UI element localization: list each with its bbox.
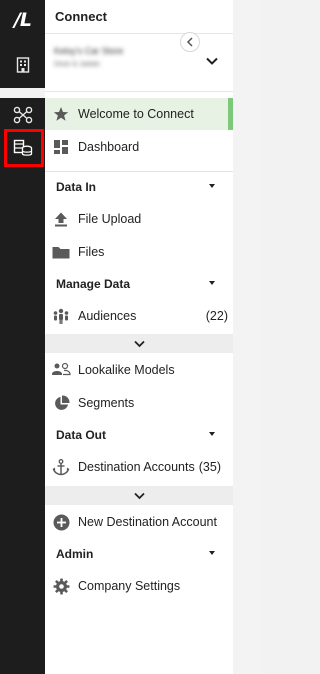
- lookalike-users-icon: [51, 360, 71, 380]
- section-label: Data Out: [56, 428, 107, 442]
- destination-accounts-count: (35): [198, 460, 221, 474]
- nav-label: New Destination Account: [78, 515, 217, 529]
- pie-chart-icon: [51, 393, 71, 413]
- nav-item-files[interactable]: Files: [45, 236, 233, 268]
- selected-rail-highlight: [4, 129, 44, 167]
- section-label: Admin: [56, 547, 94, 561]
- nav-item-lookalike-models[interactable]: Lookalike Models: [45, 354, 233, 386]
- chevron-down-icon: [133, 492, 145, 499]
- section-admin[interactable]: Admin: [45, 540, 233, 568]
- nav-item-company-settings[interactable]: Company Settings: [45, 570, 233, 602]
- account-selector[interactable]: Kelsy's Car Store Dean & Jadalo: [45, 33, 233, 92]
- caret-down-icon[interactable]: [209, 281, 215, 285]
- nav-item-file-upload[interactable]: File Upload: [45, 203, 233, 235]
- app-logo[interactable]: /L: [0, 0, 45, 40]
- plus-circle-icon: [51, 512, 71, 532]
- nav-label: Dashboard: [78, 140, 140, 154]
- star-icon: [51, 104, 71, 124]
- chevron-down-icon[interactable]: [205, 54, 219, 68]
- panel-title: Connect: [55, 9, 107, 24]
- gear-icon: [51, 576, 71, 596]
- dashboard-icon: [51, 137, 71, 157]
- chevron-left-icon: [186, 37, 193, 47]
- caret-down-icon[interactable]: [209, 184, 215, 188]
- caret-down-icon[interactable]: [209, 551, 215, 555]
- nav-label: Audiences: [78, 309, 137, 323]
- nav-label: Company Settings: [78, 579, 181, 593]
- section-manage-data[interactable]: Manage Data: [45, 270, 233, 298]
- expand-data-out-button[interactable]: [45, 486, 233, 505]
- nav-label: Files: [78, 245, 105, 259]
- nav-label: Welcome to Connect: [78, 107, 194, 121]
- expand-manage-data-button[interactable]: [45, 334, 233, 353]
- section-label: Data In: [56, 180, 97, 194]
- section-label: Manage Data: [56, 277, 131, 291]
- account-name: Kelsy's Car Store: [54, 46, 124, 56]
- folder-icon: [51, 242, 71, 262]
- nav-item-welcome[interactable]: Welcome to Connect: [45, 98, 233, 130]
- caret-down-icon[interactable]: [209, 432, 215, 436]
- chevron-down-icon: [133, 340, 145, 347]
- account-subtitle: Dean & Jadalo: [54, 61, 100, 68]
- audience-icon: [51, 306, 71, 326]
- nav-item-dashboard[interactable]: Dashboard: [45, 131, 233, 163]
- building-icon[interactable]: [0, 45, 45, 85]
- upload-icon: [51, 209, 71, 229]
- section-data-out[interactable]: Data Out: [45, 421, 233, 449]
- section-data-in[interactable]: Data In: [45, 173, 233, 201]
- app-rail: /L: [0, 0, 45, 674]
- nav-label: Lookalike Models: [78, 363, 175, 377]
- nav-item-new-destination-account[interactable]: New Destination Account: [45, 506, 233, 538]
- nav-label: Segments: [78, 396, 135, 410]
- audiences-count: (22): [205, 309, 228, 323]
- nav-label: File Upload: [78, 212, 142, 226]
- nav-item-segments[interactable]: Segments: [45, 387, 233, 419]
- content-area: [233, 0, 260, 674]
- divider: [45, 171, 233, 172]
- nav-label: Destination Accounts: [78, 460, 195, 474]
- nav-item-audiences[interactable]: Audiences (22): [45, 300, 233, 332]
- collapse-panel-button[interactable]: [180, 32, 200, 52]
- navigation-panel: Connect Kelsy's Car Store Dean & Jadalo …: [45, 0, 233, 674]
- anchor-icon: [51, 457, 71, 477]
- nav-item-destination-accounts[interactable]: Destination Accounts (35): [45, 451, 233, 483]
